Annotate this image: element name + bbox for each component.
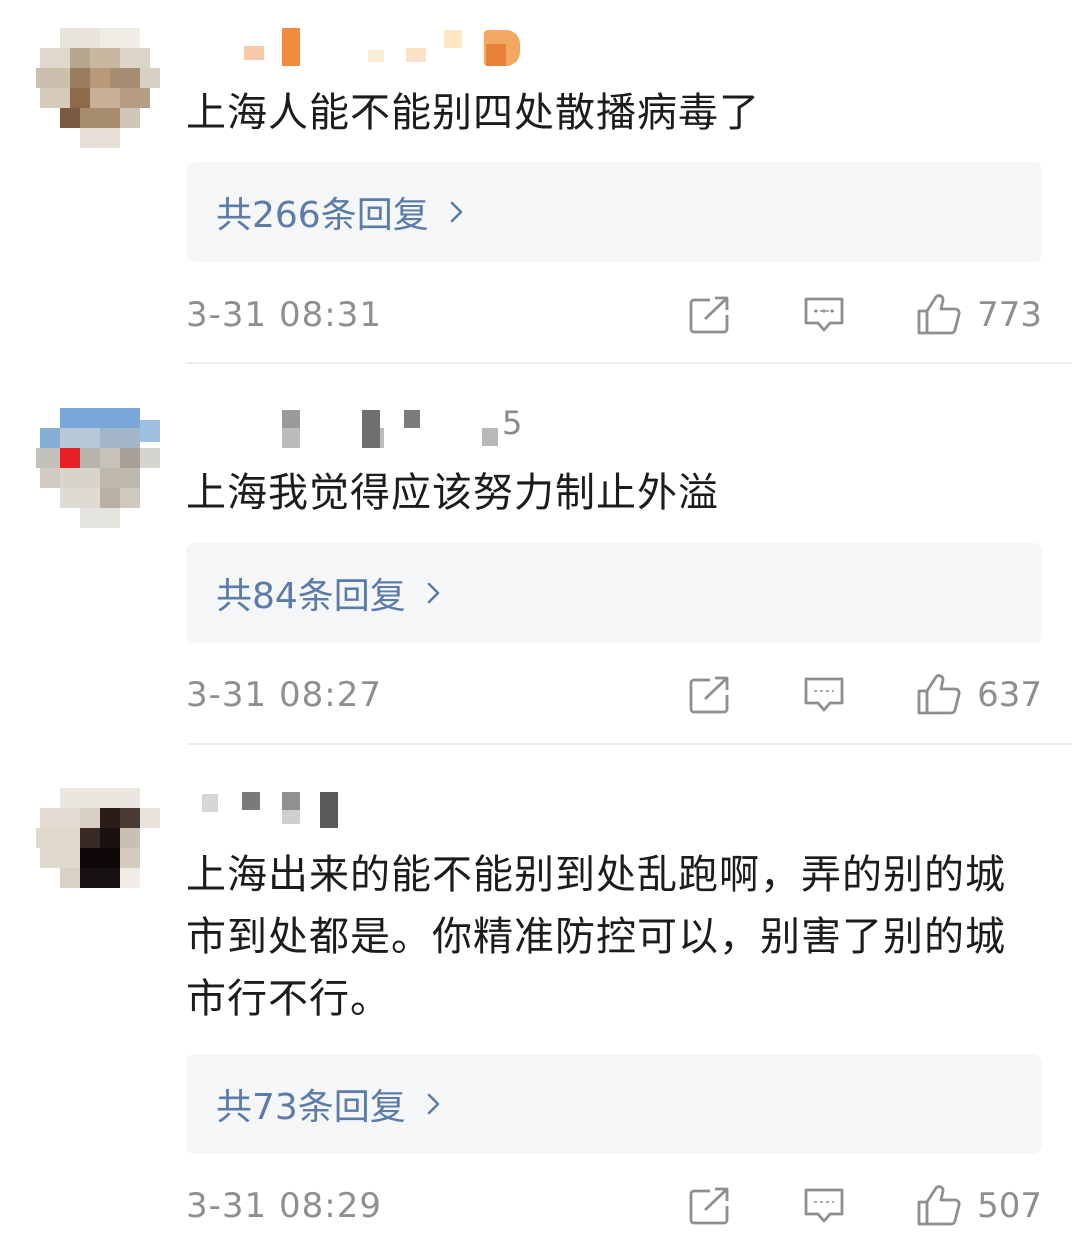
username-masked[interactable]: 5 xyxy=(196,404,556,450)
chevron-right-icon xyxy=(427,1093,440,1115)
avatar[interactable] xyxy=(36,408,160,532)
divider xyxy=(186,362,1072,364)
like-count: 773 xyxy=(977,295,1042,335)
comment-meta: 3-31 08:27 637 xyxy=(186,670,1042,720)
avatar[interactable] xyxy=(36,788,160,912)
share-icon[interactable] xyxy=(688,1186,732,1226)
view-replies-button[interactable]: 共73条回复 xyxy=(186,1054,1042,1154)
like-count: 637 xyxy=(977,675,1042,715)
share-icon[interactable] xyxy=(688,295,732,335)
thumbs-up-icon xyxy=(917,1185,961,1226)
username-suffix: 5 xyxy=(502,404,523,442)
replies-count-label: 共73条回复 xyxy=(216,1087,406,1128)
comment-icon[interactable] xyxy=(802,295,846,335)
comment-meta: 3-31 08:29 507 xyxy=(186,1181,1042,1231)
like-count: 507 xyxy=(977,1186,1042,1226)
timestamp: 3-31 08:27 xyxy=(186,675,382,715)
like-button[interactable]: 637 xyxy=(915,673,1042,717)
view-replies-button[interactable]: 共84条回复 xyxy=(186,543,1042,643)
like-button[interactable]: 507 xyxy=(915,1184,1042,1228)
comment-text: 上海人能不能别四处散播病毒了 xyxy=(186,90,760,136)
share-icon[interactable] xyxy=(688,675,732,715)
thumbs-up-icon xyxy=(917,674,961,715)
comment-meta: 3-31 08:31 773 xyxy=(186,290,1042,340)
replies-count-label: 共266条回复 xyxy=(216,195,429,236)
timestamp: 3-31 08:31 xyxy=(186,295,382,335)
comment-icon[interactable] xyxy=(802,1186,846,1226)
username-masked[interactable] xyxy=(196,784,556,830)
timestamp: 3-31 08:29 xyxy=(186,1186,382,1226)
divider xyxy=(186,743,1072,745)
thumbs-up-icon xyxy=(917,294,961,335)
avatar[interactable] xyxy=(36,28,160,152)
username-masked[interactable] xyxy=(196,24,556,70)
comment-text: 上海出来的能不能别到处乱跑啊，弄的别的城市到处都是。你精准防控可以，别害了别的城… xyxy=(186,852,1006,1022)
replies-count-label: 共84条回复 xyxy=(216,576,406,617)
chevron-right-icon xyxy=(450,201,463,223)
view-replies-button[interactable]: 共266条回复 xyxy=(186,162,1042,262)
chevron-right-icon xyxy=(427,582,440,604)
comment-text: 上海我觉得应该努力制止外溢 xyxy=(186,470,719,516)
like-button[interactable]: 773 xyxy=(915,293,1042,337)
comment-icon[interactable] xyxy=(802,675,846,715)
